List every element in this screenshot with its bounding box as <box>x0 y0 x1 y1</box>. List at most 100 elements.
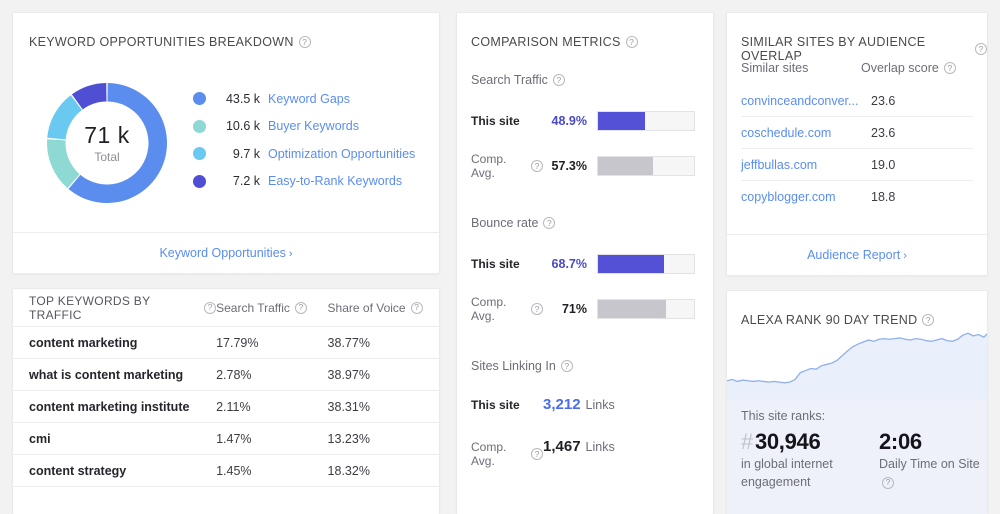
help-icon[interactable]: ? <box>531 303 543 315</box>
column-header-share-of-voice: Share of Voice ? <box>328 301 439 315</box>
cell-share-of-voice: 13.23% <box>327 431 370 446</box>
cell-keyword: content marketing <box>29 335 138 350</box>
legend-color-dot <box>193 119 206 133</box>
keyword-breakdown-title-text: KEYWORD OPPORTUNITIES BREAKDOWN <box>29 35 294 49</box>
metric-label-this-site: This site <box>471 114 543 128</box>
help-icon[interactable]: ? <box>531 448 543 460</box>
links-unit-this-site: Links <box>585 398 615 412</box>
top-keywords-table-header: TOP KEYWORDS BY TRAFFIC ? Search Traffic… <box>13 289 439 327</box>
help-icon[interactable]: ? <box>943 62 956 74</box>
cell-search-traffic: 1.45% <box>216 463 252 478</box>
cell-search-traffic: 2.78% <box>216 367 252 382</box>
metric-bar-comp-avg <box>597 156 695 176</box>
metric-label-comp-avg: Comp. Avg. ? <box>471 295 543 323</box>
metric-value-comp-avg: 57.3% <box>551 159 587 173</box>
list-item[interactable]: coschedule.com 23.6 <box>741 117 973 149</box>
column-header-keyword: TOP KEYWORDS BY TRAFFIC ? <box>13 294 217 322</box>
metric-row-search-traffic-comp-avg: Comp. Avg. ? 57.3% <box>471 152 695 180</box>
help-icon[interactable]: ? <box>294 301 307 314</box>
metric-title-search-traffic-label: Search Traffic <box>471 73 548 87</box>
keyword-opportunities-footer[interactable]: Keyword Opportunities › <box>13 232 439 273</box>
legend-value: 7.2 k <box>232 174 260 189</box>
help-icon[interactable]: ? <box>531 160 543 172</box>
list-item[interactable]: jeffbullas.com 19.0 <box>741 149 973 181</box>
links-row-comp-avg: Comp. Avg. ? 1,467 Links <box>471 438 615 468</box>
help-icon[interactable]: ? <box>625 36 638 48</box>
legend-row[interactable]: 43.5 k Keyword Gaps <box>193 85 433 113</box>
table-row[interactable]: cmi 1.47% 13.23% <box>13 423 439 455</box>
legend-label[interactable]: Keyword Gaps <box>268 92 350 106</box>
overlap-score-value: 23.6 <box>871 93 896 108</box>
keyword-opportunities-link[interactable]: Keyword Opportunities › <box>159 246 292 260</box>
links-label-comp-avg: Comp. Avg. ? <box>471 440 543 468</box>
metric-value-this-site: 48.9% <box>551 114 587 128</box>
legend-label[interactable]: Optimization Opportunities <box>268 147 415 161</box>
metric-bar-fill <box>598 255 664 273</box>
help-icon[interactable]: ? <box>922 314 935 326</box>
comparison-metrics-card: COMPARISON METRICS ? Search Traffic ? Th… <box>456 12 714 514</box>
help-icon[interactable]: ? <box>543 217 556 229</box>
cell-share-of-voice: 38.97% <box>327 367 370 382</box>
donut-total-label: Total <box>94 150 120 164</box>
help-icon[interactable]: ? <box>204 301 217 314</box>
cell-keyword: content marketing institute <box>29 399 190 414</box>
legend-label[interactable]: Buyer Keywords <box>268 119 359 133</box>
cell-search-traffic: 1.47% <box>216 431 252 446</box>
donut-center-label: 71 k Total <box>39 75 175 211</box>
alexa-rank-title: ALEXA RANK 90 DAY TREND ? <box>741 313 935 327</box>
keyword-breakdown-title: KEYWORD OPPORTUNITIES BREAKDOWN ? <box>29 35 311 49</box>
legend-value: 9.7 k <box>232 146 260 161</box>
legend-value: 43.5 k <box>225 91 260 106</box>
audience-report-link[interactable]: Audience Report › <box>807 248 907 262</box>
links-value-comp-avg: 1,467 <box>543 438 581 455</box>
help-icon[interactable]: ? <box>560 360 573 372</box>
metric-bar-comp-avg <box>597 299 695 319</box>
metric-title-bounce-rate-label: Bounce rate <box>471 216 539 230</box>
table-row[interactable]: content marketing 17.79% 38.77% <box>13 327 439 359</box>
cell-search-traffic: 17.79% <box>216 335 259 350</box>
legend-value: 10.6 k <box>225 119 260 134</box>
overlap-score-value: 18.8 <box>871 190 896 204</box>
legend-color-dot <box>193 147 206 161</box>
metric-row-search-traffic-this-site: This site 48.9% <box>471 111 695 131</box>
metric-label-comp-avg-text: Comp. Avg. <box>471 295 507 323</box>
alexa-rank-sparkline-chart <box>727 319 987 399</box>
help-icon[interactable]: ? <box>410 301 423 314</box>
cell-search-traffic: 2.11% <box>216 399 251 414</box>
column-header-search-traffic-label: Search Traffic <box>216 300 290 315</box>
legend-row[interactable]: 9.7 k Optimization Opportunities <box>193 140 433 168</box>
metric-label-this-site-text: This site <box>471 114 520 128</box>
metric-bar-this-site <box>597 111 695 131</box>
cell-keyword: content strategy <box>29 463 127 478</box>
global-rank-stat: #30,946 in global internet engagement <box>741 429 881 491</box>
sparkline-svg <box>727 332 987 399</box>
list-item[interactable]: copyblogger.com 18.8 <box>741 181 973 213</box>
cell-share-of-voice: 18.32% <box>327 463 370 478</box>
help-icon[interactable]: ? <box>552 74 565 86</box>
table-row[interactable]: what is content marketing 2.78% 38.97% <box>13 359 439 391</box>
metric-label-comp-avg-text: Comp. Avg. <box>471 152 507 180</box>
global-rank-number: 30,946 <box>754 429 821 454</box>
table-row[interactable]: content marketing institute 2.11% 38.31% <box>13 391 439 423</box>
links-unit-comp-avg: Links <box>585 440 615 454</box>
metric-bar-this-site <box>597 254 695 274</box>
legend-row[interactable]: 10.6 k Buyer Keywords <box>193 113 433 141</box>
alexa-ranks-label: This site ranks: <box>741 409 826 423</box>
legend-row[interactable]: 7.2 k Easy-to-Rank Keywords <box>193 168 433 196</box>
keyword-breakdown-donut-chart: 71 k Total <box>39 75 175 211</box>
similar-sites-by-audience-overlap-card: SIMILAR SITES BY AUDIENCE OVERLAP ? Simi… <box>726 12 988 276</box>
similar-site-link[interactable]: convinceandconver... <box>741 94 861 108</box>
list-item[interactable]: convinceandconver... 23.6 <box>741 85 973 117</box>
metric-label-this-site: This site <box>471 257 543 271</box>
help-icon[interactable]: ? <box>975 43 987 55</box>
similar-site-link[interactable]: jeffbullas.com <box>741 158 861 172</box>
table-row[interactable]: content strategy 1.45% 18.32% <box>13 455 439 487</box>
similar-site-link[interactable]: coschedule.com <box>741 126 861 140</box>
similar-site-link[interactable]: copyblogger.com <box>741 190 861 204</box>
audience-report-footer[interactable]: Audience Report › <box>727 234 987 275</box>
legend-label[interactable]: Easy-to-Rank Keywords <box>268 174 402 188</box>
help-icon[interactable]: ? <box>298 36 311 48</box>
links-label-this-site: This site <box>471 398 543 412</box>
help-icon[interactable]: ? <box>882 476 894 489</box>
overlap-score-value: 23.6 <box>871 125 896 140</box>
